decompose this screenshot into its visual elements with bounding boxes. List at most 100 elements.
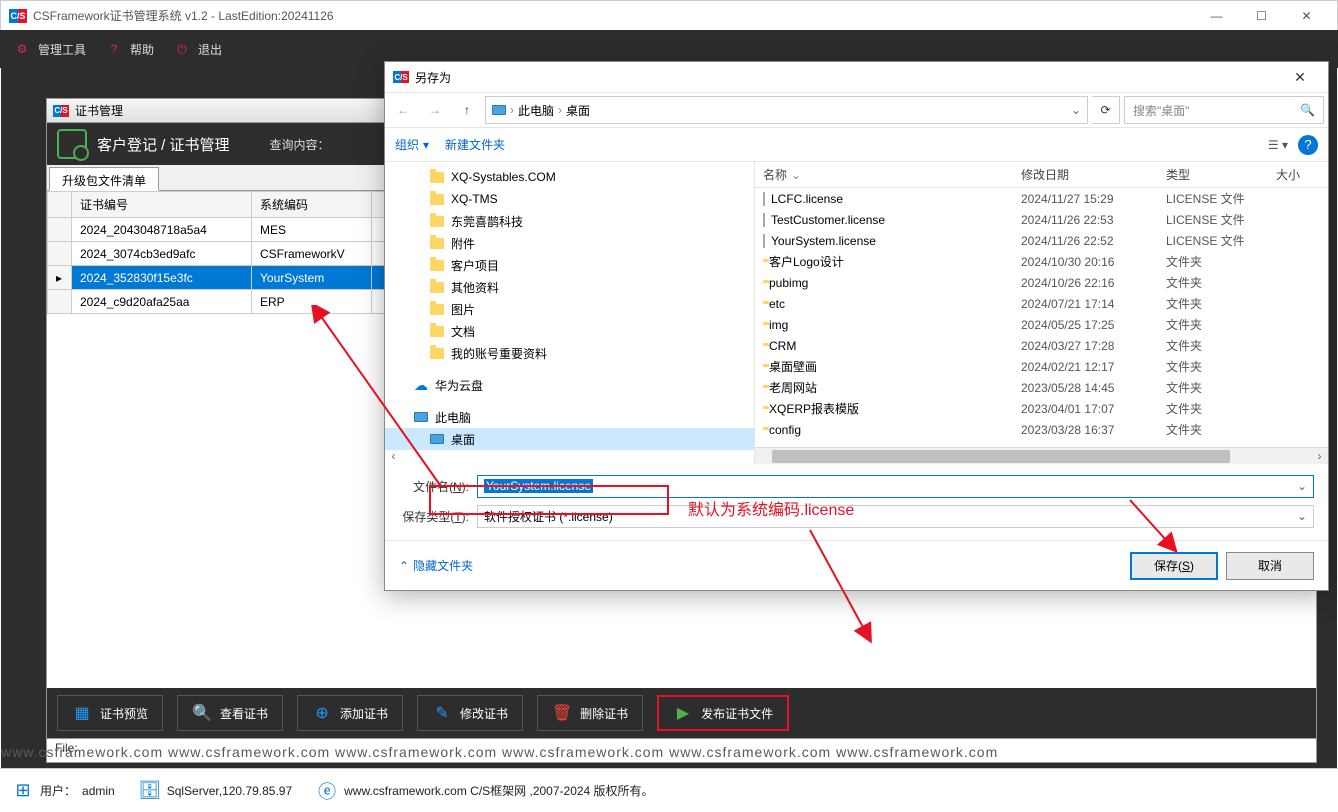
breadcrumb-pc[interactable]: 此电脑 — [518, 102, 554, 119]
save-as-dialog: C/S 另存为 ✕ ← → ↑ › 此电脑 › 桌面 ⌄ ⟳ 搜索"桌面" 🔍 … — [384, 61, 1329, 591]
tree-item[interactable]: 此电脑 — [385, 406, 754, 428]
cloud-icon: ☁ — [413, 378, 429, 392]
col-cert[interactable]: 证书编号 — [72, 192, 252, 218]
btn-delete[interactable]: 🗑删除证书 — [537, 695, 643, 731]
window-title: CSFramework证书管理系统 v1.2 - LastEdition:202… — [33, 7, 1194, 24]
pc-icon — [429, 432, 445, 446]
breadcrumb-desktop[interactable]: 桌面 — [566, 102, 590, 119]
address-bar[interactable]: › 此电脑 › 桌面 ⌄ — [485, 96, 1088, 124]
file-row[interactable]: 老周网站2023/05/28 14:45文件夹 — [755, 377, 1328, 398]
tools-icon: ⚙ — [12, 39, 32, 59]
tree-item[interactable]: 文档 — [385, 320, 754, 342]
btn-edit[interactable]: ✎修改证书 — [417, 695, 523, 731]
chevron-down-icon[interactable]: ⌄ — [1297, 479, 1307, 493]
query-label: 查询内容： — [270, 136, 330, 153]
scroll-thumb[interactable] — [772, 450, 1230, 463]
tree-item[interactable]: 图片 — [385, 298, 754, 320]
folder-icon — [429, 258, 445, 272]
btn-view[interactable]: 🔍查看证书 — [177, 695, 283, 731]
nav-back-button[interactable]: ← — [389, 96, 417, 124]
menu-tools[interactable]: ⚙ 管理工具 — [12, 39, 86, 59]
site-value: www.csframework.com C/S框架网 ,2007-2024 版权… — [344, 782, 653, 799]
col-name[interactable]: 名称⌄ — [755, 162, 1013, 187]
tree-item[interactable]: 东莞喜鹊科技 — [385, 210, 754, 232]
search-placeholder: 搜索"桌面" — [1133, 102, 1190, 119]
organize-button[interactable]: 组织▾ — [395, 136, 429, 153]
help-icon[interactable]: ? — [1298, 135, 1318, 155]
dialog-close-button[interactable]: ✕ — [1280, 63, 1320, 91]
h-scrollbar[interactable]: ‹ › — [755, 447, 1328, 464]
edit-icon: ✎ — [432, 703, 452, 723]
chevron-icon: ⌃ — [399, 559, 409, 573]
nav-up-button[interactable]: ↑ — [453, 96, 481, 124]
filetype-label: 保存类型(T): — [399, 508, 469, 525]
search-box[interactable]: 搜索"桌面" 🔍 — [1124, 96, 1324, 124]
save-button[interactable]: 保存(S) — [1130, 552, 1218, 580]
file-row[interactable]: pubimg2024/10/26 22:16文件夹 — [755, 272, 1328, 293]
tree-item[interactable]: 桌面 — [385, 428, 754, 450]
btn-publish[interactable]: ▶发布证书文件 — [657, 695, 789, 731]
filename-label: 文件名(N): — [399, 478, 469, 495]
search-icon: 🔍 — [1300, 103, 1315, 117]
file-row[interactable]: etc2024/07/21 17:14文件夹 — [755, 293, 1328, 314]
filename-input[interactable]: YourSystem.license⌄ — [477, 475, 1314, 498]
tree-item[interactable]: XQ-Systables.COM — [385, 166, 754, 188]
file-row[interactable]: CRM2024/03/27 17:28文件夹 — [755, 335, 1328, 356]
file-row[interactable]: YourSystem.license2024/11/26 22:52LICENS… — [755, 230, 1328, 251]
tree-item[interactable]: 其他资料 — [385, 276, 754, 298]
file-list-header: 名称⌄ 修改日期 类型 大小 — [755, 162, 1328, 188]
tree-item[interactable]: 附件 — [385, 232, 754, 254]
menu-exit[interactable]: ⏻ 退出 — [172, 39, 222, 59]
hide-folders-link[interactable]: ⌃隐藏文件夹 — [399, 557, 473, 574]
folder-icon — [429, 280, 445, 294]
dialog-fields: 文件名(N): YourSystem.license⌄ 保存类型(T): 软件授… — [385, 464, 1328, 540]
file-list: 名称⌄ 修改日期 类型 大小 LCFC.license2024/11/27 15… — [755, 162, 1328, 464]
close-button[interactable]: ✕ — [1284, 2, 1329, 30]
btn-preview[interactable]: ▦证书预览 — [57, 695, 163, 731]
action-bar: ▦证书预览 🔍查看证书 ⊕添加证书 ✎修改证书 🗑删除证书 ▶发布证书文件 — [47, 688, 1316, 738]
file-row[interactable]: config2023/03/28 16:37文件夹 — [755, 419, 1328, 440]
chevron-down-icon[interactable]: ⌄ — [1297, 509, 1307, 523]
file-row[interactable]: img2024/05/25 17:25文件夹 — [755, 314, 1328, 335]
maximize-button[interactable]: ☐ — [1239, 2, 1284, 30]
new-folder-button[interactable]: 新建文件夹 — [445, 136, 505, 153]
col-date[interactable]: 修改日期 — [1013, 162, 1158, 187]
file-row[interactable]: 桌面壁画2024/02/21 12:17文件夹 — [755, 356, 1328, 377]
tree-item[interactable]: 我的账号重要资料 — [385, 342, 754, 364]
tree-item[interactable]: XQ-TMS — [385, 188, 754, 210]
tab-upgrade-list[interactable]: 升级包文件清单 — [49, 167, 159, 191]
dialog-logo: C/S — [393, 71, 409, 83]
col-sys[interactable]: 系统编码 — [252, 192, 372, 218]
btn-add[interactable]: ⊕添加证书 — [297, 695, 403, 731]
help-icon: ? — [104, 39, 124, 59]
file-row[interactable]: 客户Logo设计2024/10/30 20:16文件夹 — [755, 251, 1328, 272]
chevron-down-icon[interactable]: ⌄ — [1071, 103, 1081, 117]
dialog-nav: ← → ↑ › 此电脑 › 桌面 ⌄ ⟳ 搜索"桌面" 🔍 — [385, 92, 1328, 128]
file-icon — [763, 192, 765, 206]
inner-title-text: 证书管理 — [75, 102, 123, 119]
tree-item[interactable]: ☁华为云盘 — [385, 374, 754, 396]
dialog-toolbar: 组织▾ 新建文件夹 ☰ ▾ ? — [385, 128, 1328, 162]
nav-forward-button[interactable]: → — [421, 96, 449, 124]
file-rows[interactable]: LCFC.license2024/11/27 15:29LICENSE 文件Te… — [755, 188, 1328, 447]
folder-icon — [429, 192, 445, 206]
preview-icon: ▦ — [72, 703, 92, 723]
file-row[interactable]: LCFC.license2024/11/27 15:29LICENSE 文件 — [755, 188, 1328, 209]
watermark: www.csframework.com www.csframework.com … — [1, 744, 1337, 760]
refresh-button[interactable]: ⟳ — [1092, 96, 1120, 124]
user-value: admin — [82, 784, 115, 798]
menu-help[interactable]: ? 帮助 — [104, 39, 154, 59]
folder-icon — [429, 324, 445, 338]
col-type[interactable]: 类型 — [1158, 162, 1268, 187]
file-icon — [763, 234, 765, 248]
file-row[interactable]: XQERP报表模版2023/04/01 17:07文件夹 — [755, 398, 1328, 419]
tree-item[interactable]: 客户项目 — [385, 254, 754, 276]
scroll-right-button[interactable]: › — [1311, 448, 1328, 465]
col-size[interactable]: 大小 — [1268, 162, 1318, 187]
minimize-button[interactable]: — — [1194, 2, 1239, 30]
file-row[interactable]: TestCustomer.license2024/11/26 22:53LICE… — [755, 209, 1328, 230]
cancel-button[interactable]: 取消 — [1226, 552, 1314, 580]
view-mode-button[interactable]: ☰ ▾ — [1268, 138, 1288, 152]
filetype-combo[interactable]: 软件授权证书 (*.license)⌄ — [477, 505, 1314, 528]
folder-tree[interactable]: XQ-Systables.COMXQ-TMS东莞喜鹊科技附件客户项目其他资料图片… — [385, 162, 755, 464]
